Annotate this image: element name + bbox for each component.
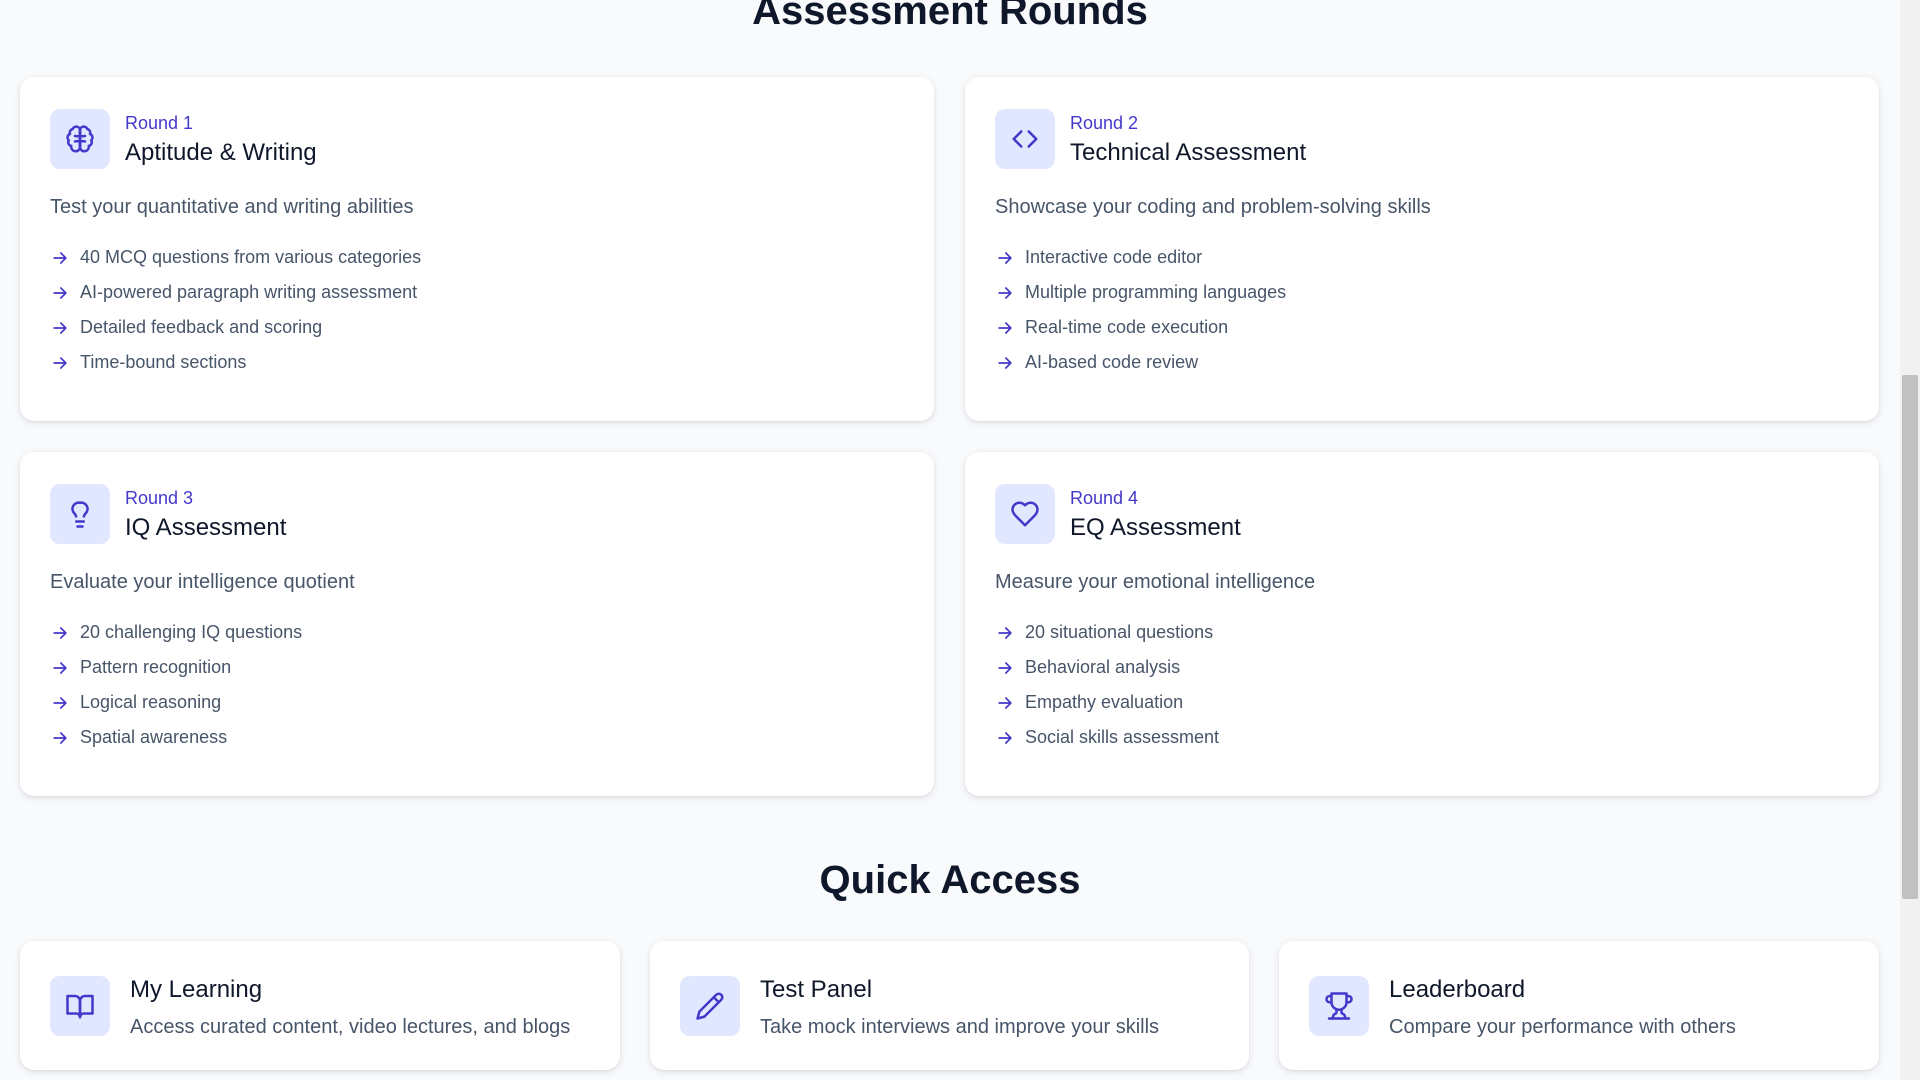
feature-item: Interactive code editor: [995, 240, 1286, 275]
round-description: Test your quantitative and writing abili…: [50, 196, 414, 218]
feature-text: 40 MCQ questions from various categories: [80, 247, 422, 267]
feature-item: Spatial awareness: [50, 720, 302, 755]
feature-text: AI-based code review: [1025, 352, 1199, 372]
feature-text: 20 challenging IQ questions: [80, 622, 303, 642]
round-title: Aptitude & Writing: [125, 139, 317, 166]
feature-text: AI-powered paragraph writing assessment: [80, 282, 418, 302]
heart-icon: [995, 484, 1055, 544]
pencil-icon: [680, 976, 740, 1036]
scrollbar-thumb[interactable]: [1902, 375, 1918, 899]
arrow-right-icon: [53, 661, 67, 674]
arrow-right-icon: [998, 696, 1012, 709]
round-label: Round 1: [125, 113, 194, 133]
arrow-right-icon: [998, 286, 1012, 299]
arrow-right-icon: [53, 626, 67, 639]
feature-text: Social skills assessment: [1025, 727, 1220, 747]
feature-item: AI-powered paragraph writing assessment: [50, 275, 421, 310]
trophy-icon: [1309, 976, 1369, 1036]
arrow-right-icon: [53, 696, 67, 709]
feature-text: Interactive code editor: [1025, 247, 1203, 267]
feature-text: Pattern recognition: [80, 657, 232, 677]
feature-list: Interactive code editor Multiple program…: [995, 240, 1286, 380]
feature-text: Real-time code execution: [1025, 317, 1229, 337]
feature-item: Social skills assessment: [995, 720, 1219, 755]
page: Assessment Rounds Round 1 Aptitude & Wri…: [0, 0, 1900, 1080]
feature-item: Time-bound sections: [50, 345, 421, 380]
quick-access-description: Compare your performance with others: [1389, 1016, 1736, 1038]
quick-access-title: My Learning: [130, 976, 263, 1003]
vertical-scrollbar[interactable]: [1900, 0, 1920, 1080]
arrow-right-icon: [998, 626, 1012, 639]
feature-list: 40 MCQ questions from various categories…: [50, 240, 421, 380]
arrow-right-icon: [53, 251, 67, 264]
quick-access-heading: Quick Access: [819, 858, 1081, 902]
round-card-4[interactable]: Round 4 EQ Assessment Measure your emoti…: [965, 452, 1879, 796]
round-title: Technical Assessment: [1070, 139, 1307, 166]
arrow-right-icon: [53, 321, 67, 334]
arrow-right-icon: [53, 356, 67, 369]
feature-item: Behavioral analysis: [995, 650, 1219, 685]
feature-text: Multiple programming languages: [1025, 282, 1287, 302]
round-label: Round 4: [1070, 488, 1139, 508]
arrow-right-icon: [998, 251, 1012, 264]
arrow-right-icon: [998, 731, 1012, 744]
round-title: EQ Assessment: [1070, 514, 1241, 541]
feature-item: 40 MCQ questions from various categories: [50, 240, 421, 275]
arrow-right-icon: [998, 321, 1012, 334]
round-label: Round 2: [1070, 113, 1139, 133]
round-description: Showcase your coding and problem-solving…: [995, 196, 1431, 218]
round-card-3[interactable]: Round 3 IQ Assessment Evaluate your inte…: [20, 452, 934, 796]
feature-text: Empathy evaluation: [1025, 692, 1184, 712]
feature-item: 20 challenging IQ questions: [50, 615, 302, 650]
round-title: IQ Assessment: [125, 514, 287, 541]
feature-item: Logical reasoning: [50, 685, 302, 720]
arrow-right-icon: [998, 356, 1012, 369]
feature-text: Detailed feedback and scoring: [80, 317, 323, 337]
quick-access-test-panel[interactable]: Test Panel Take mock interviews and impr…: [650, 941, 1249, 1070]
quick-access-description: Take mock interviews and improve your sk…: [760, 1016, 1160, 1038]
round-card-1[interactable]: Round 1 Aptitude & Writing Test your qua…: [20, 77, 934, 421]
arrow-right-icon: [998, 661, 1012, 674]
brain-icon: [50, 109, 110, 169]
quick-access-description: Access curated content, video lectures, …: [130, 1016, 571, 1038]
book-icon: [50, 976, 110, 1036]
feature-text: Behavioral analysis: [1025, 657, 1181, 677]
feature-text: 20 situational questions: [1025, 622, 1214, 642]
feature-text: Time-bound sections: [80, 352, 247, 372]
feature-text: Logical reasoning: [80, 692, 222, 712]
feature-item: Real-time code execution: [995, 310, 1286, 345]
feature-item: Multiple programming languages: [995, 275, 1286, 310]
round-card-2[interactable]: Round 2 Technical Assessment Showcase yo…: [965, 77, 1879, 421]
round-description: Measure your emotional intelligence: [995, 571, 1316, 593]
feature-item: Pattern recognition: [50, 650, 302, 685]
quick-access-title: Leaderboard: [1389, 976, 1526, 1003]
quick-access-my-learning[interactable]: My Learning Access curated content, vide…: [20, 941, 620, 1070]
code-icon: [995, 109, 1055, 169]
feature-item: AI-based code review: [995, 345, 1286, 380]
quick-access-leaderboard[interactable]: Leaderboard Compare your performance wit…: [1279, 941, 1879, 1070]
arrow-right-icon: [53, 731, 67, 744]
feature-list: 20 challenging IQ questions Pattern reco…: [50, 615, 302, 755]
arrow-right-icon: [53, 286, 67, 299]
lightbulb-icon: [50, 484, 110, 544]
feature-text: Spatial awareness: [80, 727, 228, 747]
feature-list: 20 situational questions Behavioral anal…: [995, 615, 1219, 755]
quick-access-title: Test Panel: [760, 976, 873, 1003]
round-label: Round 3: [125, 488, 194, 508]
feature-item: 20 situational questions: [995, 615, 1219, 650]
round-description: Evaluate your intelligence quotient: [50, 571, 355, 593]
feature-item: Detailed feedback and scoring: [50, 310, 421, 345]
assessment-rounds-heading: Assessment Rounds: [752, 0, 1148, 33]
feature-item: Empathy evaluation: [995, 685, 1219, 720]
